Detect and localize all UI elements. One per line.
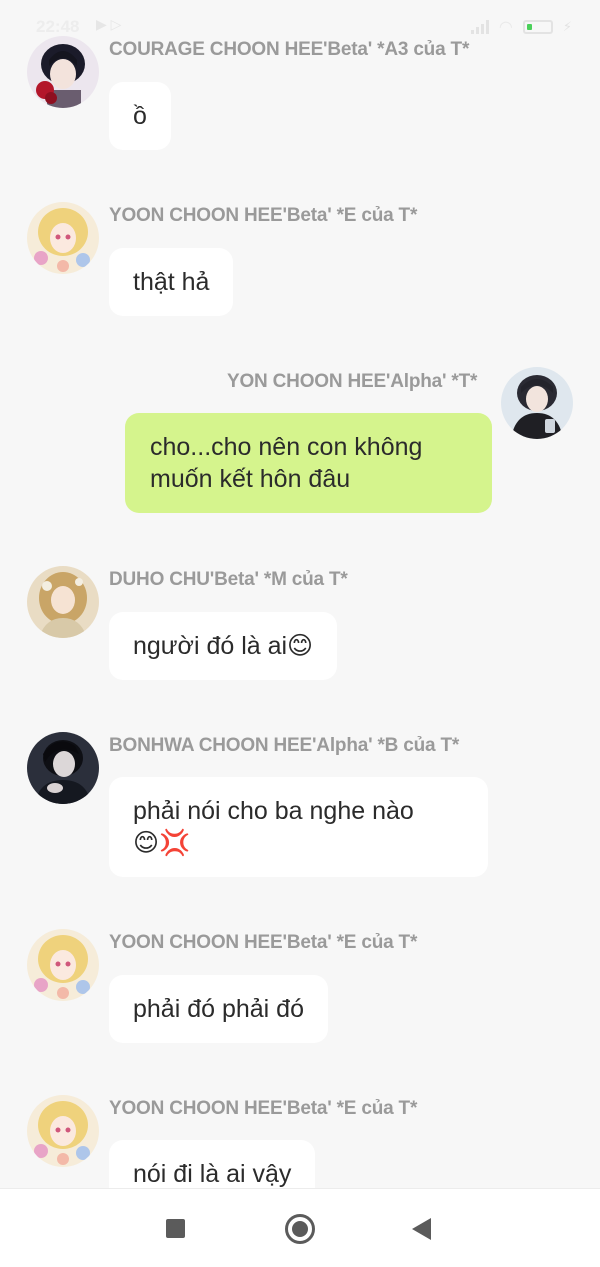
avatar[interactable] <box>27 202 99 274</box>
status-time: 22:48 <box>36 17 80 36</box>
message-bubble[interactable]: cho...cho nên con không muốn kết hôn đâu <box>125 413 492 513</box>
blonde-flower-avatar-icon <box>27 929 99 1001</box>
message-bubble[interactable]: phải đó phải đó <box>109 975 328 1043</box>
golden-hair-avatar-icon <box>27 566 99 638</box>
message-bubble[interactable]: phải nói cho ba nghe nào 😊💢 <box>109 777 488 877</box>
sender-name: YOON CHOON HEE'Beta' *E của T* <box>109 205 418 226</box>
avatar[interactable] <box>27 929 99 1001</box>
play-icon: ▶ ▷ <box>96 16 122 32</box>
sender-name: YOON CHOON HEE'Beta' *E của T* <box>109 1098 418 1119</box>
blonde-flower-avatar-icon <box>27 1095 99 1167</box>
avatar[interactable] <box>501 367 573 439</box>
sender-name: YOON CHOON HEE'Beta' *E của T* <box>109 932 418 953</box>
message-bubble[interactable]: người đó là ai😊 <box>109 612 338 680</box>
home-circle-icon[interactable] <box>285 1214 315 1244</box>
chat-area[interactable]: COURAGE CHOON HEE'Beta' *A3 của T* ồ YOO… <box>0 0 600 1188</box>
message-bubble[interactable]: nói đi là ai vậy <box>109 1140 316 1188</box>
status-bar: 22:48 ▶ ▷ ◠ ⚡ <box>0 0 600 50</box>
status-icons: ◠ ⚡ <box>470 17 572 37</box>
sender-name: BONHWA CHOON HEE'Alpha' *B của T* <box>109 735 460 756</box>
message-bubble[interactable]: ồ <box>109 82 171 150</box>
charging-icon: ⚡ <box>562 19 572 34</box>
system-navigation-bar <box>0 1188 600 1267</box>
sender-name: DUHO CHU'Beta' *M của T* <box>109 569 348 590</box>
avatar[interactable] <box>27 732 99 804</box>
back-triangle-icon[interactable] <box>412 1218 431 1240</box>
battery-icon <box>522 20 553 34</box>
dark-suit-avatar-icon <box>27 732 99 804</box>
avatar[interactable] <box>27 566 99 638</box>
blonde-flower-avatar-icon <box>27 202 99 274</box>
avatar[interactable] <box>27 1095 99 1167</box>
signal-icon <box>470 20 489 34</box>
sender-name: YON CHOON HEE'Alpha' *T* <box>227 371 478 392</box>
message-bubble[interactable]: thật hả <box>109 248 234 316</box>
wifi-icon: ◠ <box>498 19 513 36</box>
recents-square-icon[interactable] <box>166 1219 185 1238</box>
dark-hair-hoodie-avatar-icon <box>501 367 573 439</box>
